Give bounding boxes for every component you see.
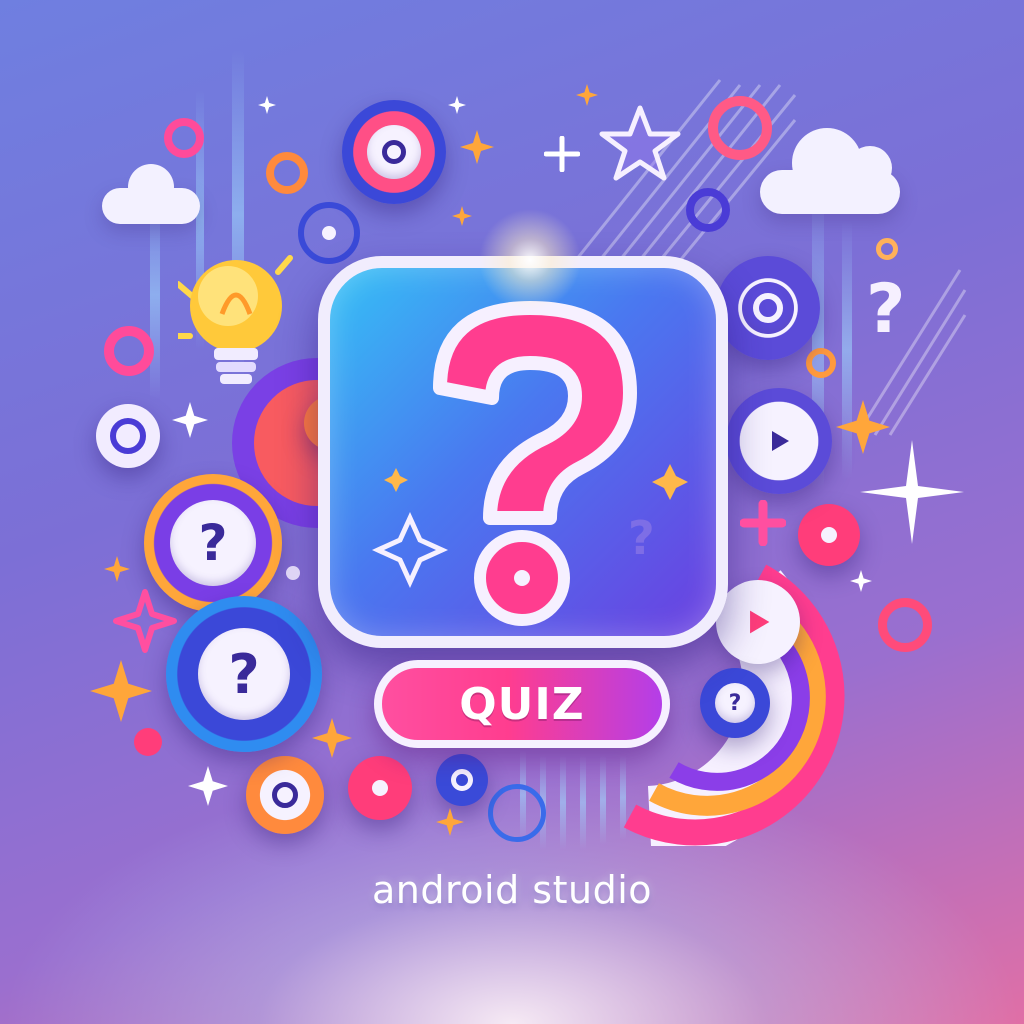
- question-mark-icon: ?: [700, 668, 770, 738]
- target-icon: [348, 756, 412, 820]
- light-stripe: [560, 755, 566, 850]
- target-icon: [716, 256, 820, 360]
- sparkle-icon: [860, 440, 964, 544]
- quiz-button[interactable]: QUIZ: [374, 660, 670, 748]
- ring-decoration: [266, 152, 308, 194]
- sparkle-icon: [312, 718, 352, 758]
- sparkle-icon: [188, 766, 228, 806]
- splash-artwork: ? ? ? ? QUIZ ? android studio: [0, 0, 1024, 1024]
- ring-decoration: [488, 784, 546, 842]
- sparkle-icon: [576, 84, 598, 106]
- quiz-button-label: QUIZ: [459, 678, 585, 730]
- target-icon: [246, 756, 324, 834]
- sparkle-icon: [836, 400, 890, 454]
- sparkle-icon: [448, 96, 466, 114]
- sparkle-icon: [104, 556, 130, 582]
- play-icon: [726, 388, 832, 494]
- brand-tagline: android studio: [372, 868, 652, 912]
- ring-decoration: [806, 348, 836, 378]
- target-icon: [342, 100, 446, 204]
- sparkle-icon: [172, 402, 208, 438]
- sparkle-icon: [544, 136, 580, 172]
- sparkle-icon: [470, 200, 590, 320]
- sparkle-icon: [452, 206, 472, 226]
- target-icon: [436, 754, 488, 806]
- ring-decoration: [708, 96, 772, 160]
- sparkle-icon: [436, 808, 464, 836]
- light-stripe: [600, 755, 606, 845]
- cloud-icon: [848, 146, 892, 190]
- ring-decoration: [876, 238, 898, 260]
- sparkle-icon: [740, 500, 786, 546]
- svg-text:?: ?: [628, 511, 655, 565]
- target-icon: [298, 202, 360, 264]
- ring-decoration: [104, 326, 154, 376]
- sparkle-icon: [258, 96, 276, 114]
- play-icon: [716, 580, 800, 664]
- cloud-icon: [128, 164, 174, 210]
- star-icon: [599, 105, 681, 181]
- question-mark-icon: ?: [866, 270, 906, 349]
- dot-decoration: [286, 566, 300, 580]
- sparkle-icon: [90, 660, 152, 722]
- sparkle-icon: [850, 570, 872, 592]
- question-mark-icon: ?: [371, 301, 688, 626]
- question-mark-icon: ?: [166, 596, 322, 752]
- dot-decoration: [134, 728, 162, 756]
- target-icon: [96, 404, 160, 468]
- light-stripe: [580, 755, 586, 850]
- sparkle-icon: [460, 130, 494, 164]
- sparkle-icon: [113, 589, 177, 653]
- ring-decoration: [686, 188, 730, 232]
- ring-decoration: [164, 118, 204, 158]
